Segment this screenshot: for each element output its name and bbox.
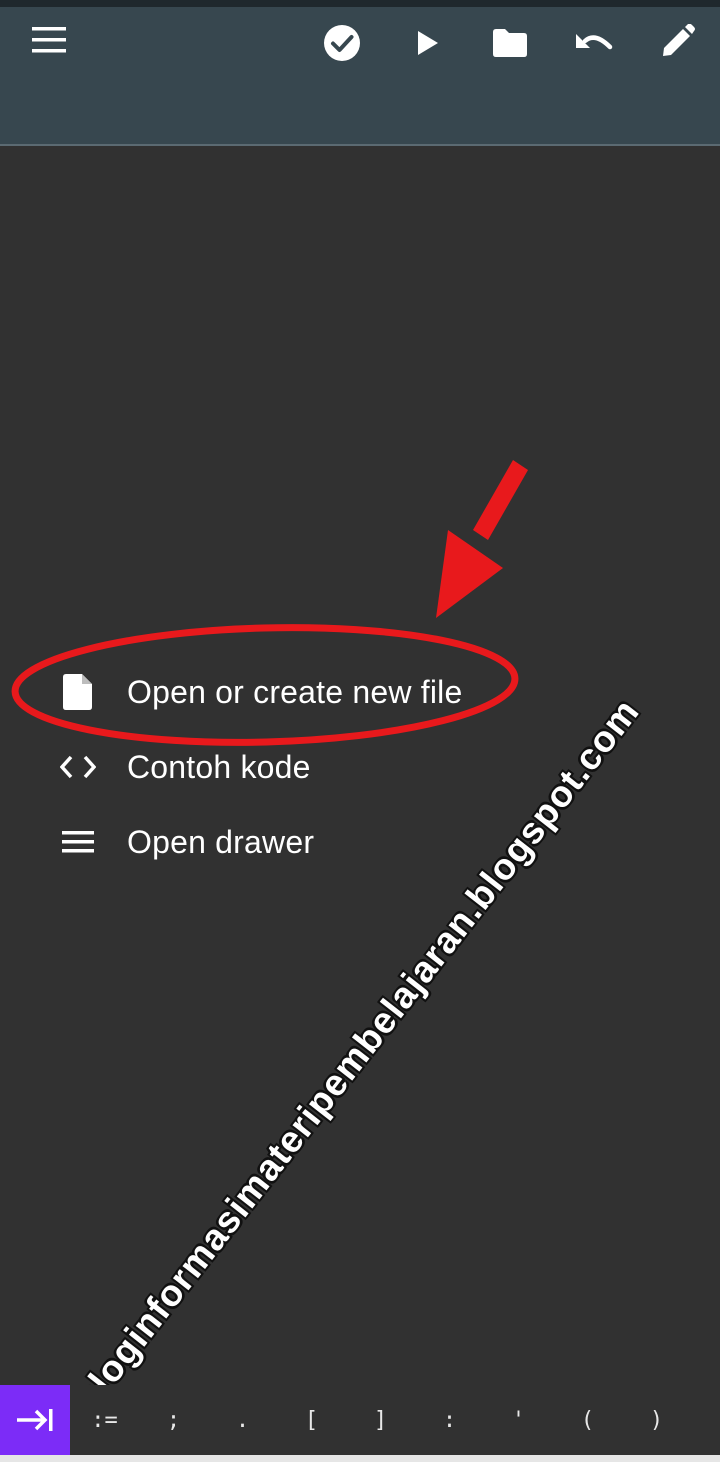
open-drawer-label: Open drawer (127, 823, 315, 860)
file-icon (56, 670, 100, 714)
code-icon (56, 745, 100, 789)
play-icon[interactable] (400, 15, 456, 71)
symbol-key[interactable]: ( (553, 1385, 622, 1455)
navigation-bar (0, 1455, 720, 1462)
symbol-key[interactable]: : (415, 1385, 484, 1455)
open-drawer-item[interactable]: Open drawer (0, 807, 520, 877)
symbol-key[interactable]: [ (277, 1385, 346, 1455)
symbol-key[interactable]: . (208, 1385, 277, 1455)
symbol-key[interactable]: ' (484, 1385, 553, 1455)
open-create-file-item[interactable]: Open or create new file (0, 657, 520, 727)
menu-icon[interactable] (21, 12, 77, 68)
open-create-file-label: Open or create new file (127, 673, 463, 710)
undo-icon[interactable] (566, 15, 622, 71)
app-bar (0, 7, 720, 146)
menu-icon (56, 820, 100, 864)
symbol-key[interactable]: ) (622, 1385, 691, 1455)
tab-key[interactable] (0, 1385, 70, 1455)
status-bar (0, 0, 720, 7)
symbol-key[interactable]: ] (346, 1385, 415, 1455)
symbol-key[interactable]: ; (139, 1385, 208, 1455)
tab-arrow-icon (17, 1409, 53, 1431)
symbol-key-bar: := ; . [ ] : ' ( ) (0, 1385, 720, 1455)
folder-icon[interactable] (482, 15, 538, 71)
contoh-kode-label: Contoh kode (127, 748, 311, 785)
pencil-icon[interactable] (650, 13, 706, 69)
contoh-kode-item[interactable]: Contoh kode (0, 732, 520, 802)
symbol-key[interactable]: := (70, 1385, 139, 1455)
check-circle-icon[interactable] (314, 15, 370, 71)
red-arrow (436, 460, 528, 618)
